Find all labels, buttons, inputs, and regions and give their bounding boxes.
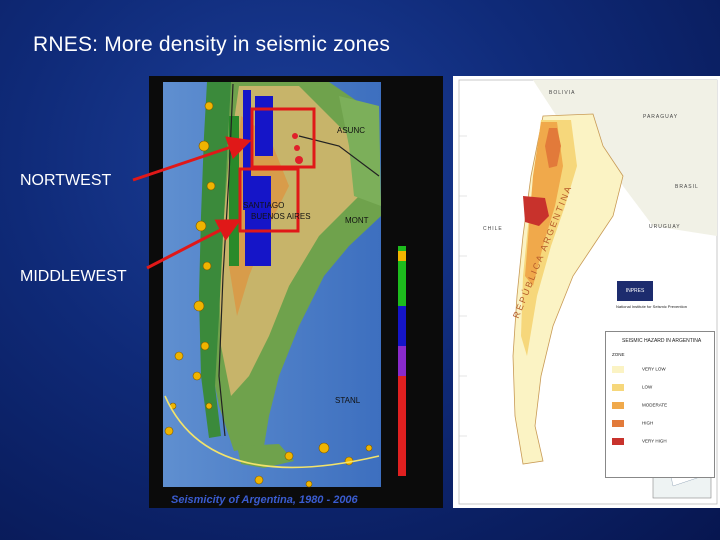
- label-bolivia: BOLIVIA: [549, 90, 576, 96]
- label-uruguay: URUGUAY: [649, 224, 681, 230]
- seismicity-map-graphic: [163, 82, 406, 488]
- city-stanley: STANL: [335, 396, 361, 405]
- legend-swatch: [612, 366, 624, 373]
- legend-label: VERY HIGH: [642, 438, 667, 444]
- seismicity-map: ASUNC SANTIAGO BUENOS AIRES MONT STANL S…: [149, 76, 443, 508]
- legend-header: ZONE: [612, 352, 625, 357]
- legend-row-zone-0: VERY LOW: [612, 366, 666, 375]
- seismic-hazard-map: BOLIVIA PARAGUAY BRASIL URUGUAY CHILE RE…: [453, 76, 720, 508]
- legend-label: HIGH: [642, 420, 654, 426]
- label-chile: CHILE: [483, 226, 503, 232]
- inpres-logo: INPRES: [617, 281, 653, 301]
- slide-title: RNES: More density in seismic zones: [33, 33, 391, 56]
- label-nortwest: NORTWEST: [20, 172, 112, 189]
- legend-row-zone-4: VERY HIGH: [612, 438, 667, 447]
- hazard-legend: SEISMIC HAZARD IN ARGENTINA ZONE VERY LO…: [605, 331, 715, 478]
- legend-label: MODERATE: [642, 402, 668, 408]
- inpres-name: National Institute for Seismic Preventio…: [616, 304, 687, 309]
- legend-swatch: [612, 402, 624, 409]
- legend-title: SEISMIC HAZARD IN ARGENTINA: [622, 338, 702, 344]
- legend-label: VERY LOW: [642, 366, 666, 372]
- legend-label: LOW: [642, 384, 653, 390]
- legend-row-zone-2: MODERATE: [612, 402, 667, 411]
- legend-row-zone-3: HIGH: [612, 420, 653, 429]
- seismicity-caption: Seismicity of Argentina, 1980 - 2006: [171, 494, 358, 506]
- label-paraguay: PARAGUAY: [643, 114, 679, 120]
- legend-swatch: [612, 384, 624, 391]
- city-asuncion: ASUNC: [337, 126, 366, 135]
- city-buenos-aires: BUENOS AIRES: [251, 212, 311, 221]
- legend-swatch: [612, 438, 624, 445]
- legend-row-zone-1: LOW: [612, 384, 652, 393]
- city-montevideo: MONT: [345, 216, 369, 225]
- city-santiago: SANTIAGO: [243, 201, 285, 210]
- legend-swatch: [612, 420, 624, 427]
- label-middlewest: MIDDLEWEST: [20, 268, 127, 285]
- label-brasil: BRASIL: [675, 184, 699, 190]
